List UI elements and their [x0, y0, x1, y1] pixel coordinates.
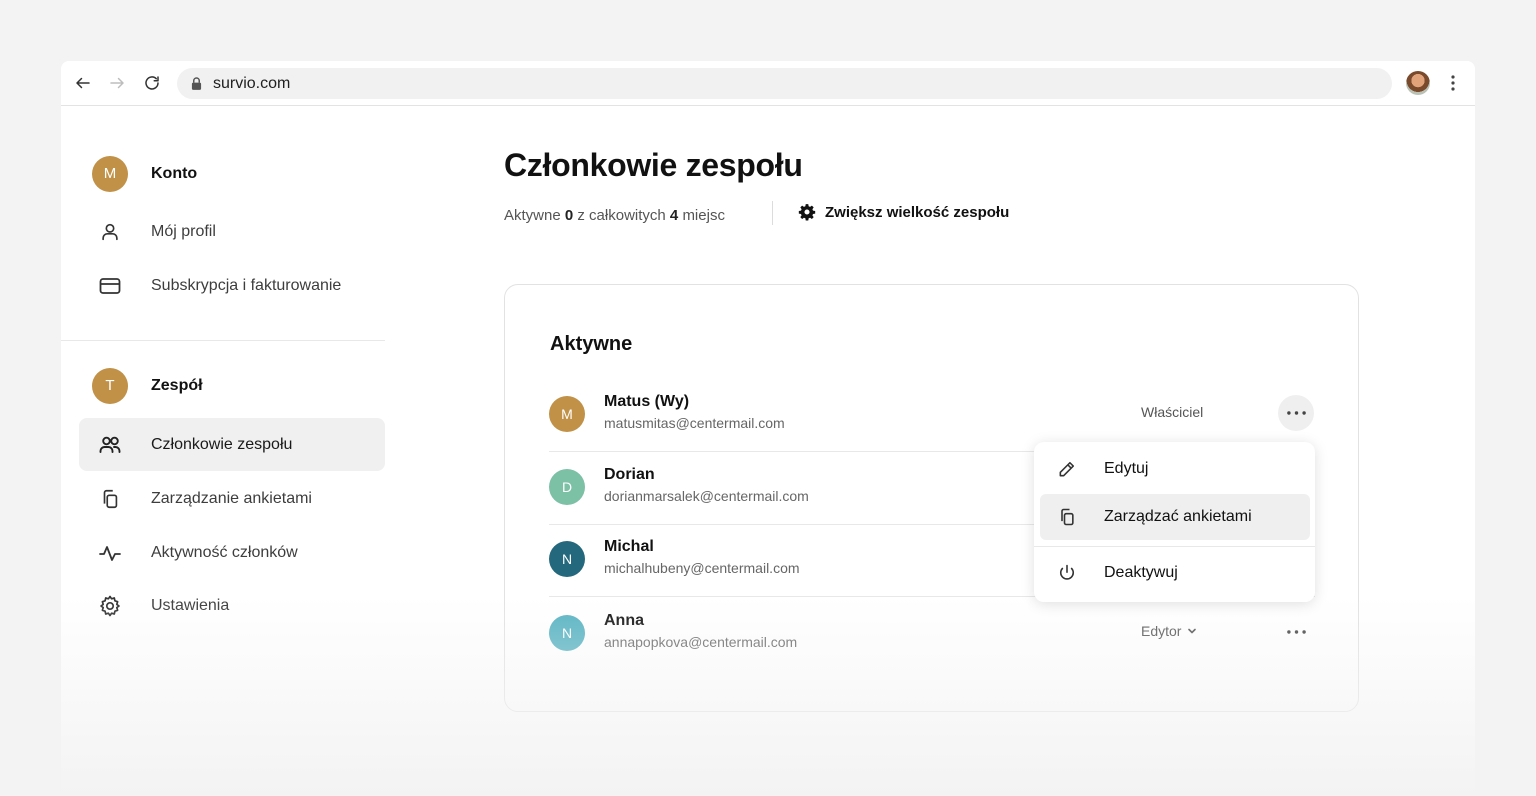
member-email: michalhubeny@centermail.com [604, 560, 800, 576]
seats-prefix: Aktywne [504, 206, 561, 224]
gear-icon [92, 588, 128, 624]
activity-icon [92, 535, 128, 571]
member-name: Anna [604, 612, 644, 629]
sidebar-team-header: T Zespół [79, 359, 385, 412]
avatar: N [549, 615, 585, 651]
credit-card-icon [92, 268, 128, 304]
gear-icon [798, 204, 816, 221]
reload-icon [145, 76, 159, 90]
menu-item-label: Zarządzać ankietami [1104, 508, 1252, 525]
sidebar-item-survey-management[interactable]: Zarządzanie ankietami [79, 472, 385, 525]
menu-item-manage-surveys[interactable]: Zarządzać ankietami [1040, 494, 1310, 540]
pencil-icon [1056, 458, 1078, 480]
member-email: dorianmarsalek@centermail.com [604, 488, 809, 504]
sidebar-item-label: Zarządzanie ankietami [151, 489, 312, 507]
kebab-menu-icon [1451, 75, 1455, 91]
card-title: Aktywne [550, 333, 633, 355]
power-icon [1056, 562, 1078, 584]
member-email: annapopkova@centermail.com [604, 634, 798, 650]
sidebar-item-label: Członkowie zespołu [151, 435, 293, 453]
back-button[interactable] [72, 72, 94, 94]
arrow-left-icon [76, 77, 90, 89]
menu-divider [1034, 546, 1315, 547]
member-row: N Anna annapopkova@centermail.com Edytor [549, 598, 1315, 671]
users-icon [92, 427, 128, 463]
menu-item-label: Deaktywuj [1104, 564, 1178, 581]
role-select[interactable]: Edytor [1141, 623, 1198, 639]
menu-item-edit[interactable]: Edytuj [1040, 446, 1310, 492]
chevron-down-icon [1188, 628, 1197, 634]
account-avatar: M [92, 155, 128, 192]
seats-suffix: miejsc [682, 206, 725, 224]
sidebar-account-header: M Konto [79, 147, 385, 200]
more-options-button[interactable] [1278, 395, 1314, 431]
avatar: M [549, 396, 585, 432]
seats-active-count: 0 [564, 206, 574, 224]
sidebar-item-label: Aktywność członków [151, 543, 298, 561]
team-avatar: T [92, 367, 128, 404]
copy-icon [92, 481, 128, 517]
member-name: Matus (Wy) [604, 393, 690, 410]
address-bar[interactable]: survio.com [177, 68, 1392, 99]
sidebar-item-subscription[interactable]: Subskrypcja i fakturowanie [79, 259, 385, 312]
sidebar-item-member-activity[interactable]: Aktywność członków [79, 526, 385, 579]
browser-menu-button[interactable] [1445, 73, 1461, 93]
increase-team-size-label: Zwiększ wielkość zespołu [825, 203, 1010, 221]
sidebar-account-title: Konto [151, 164, 198, 182]
sidebar-team-title: Zespół [151, 376, 203, 394]
sidebar-item-label: Subskrypcja i fakturowanie [151, 276, 342, 294]
member-email: matusmitas@centermail.com [604, 415, 785, 431]
sidebar-item-label: Ustawienia [151, 596, 230, 614]
menu-item-label: Edytuj [1104, 460, 1149, 477]
seats-summary: Aktywne 0 z całkowitych 4 miejsc [504, 204, 725, 226]
url-text: survio.com [213, 74, 291, 92]
more-options-button[interactable] [1278, 614, 1314, 650]
more-horizontal-icon [1286, 411, 1306, 415]
sidebar-item-label: Mój profil [151, 222, 216, 240]
user-icon [92, 214, 128, 250]
page-title: Członkowie zespołu [504, 147, 803, 183]
member-name: Dorian [604, 466, 655, 483]
sidebar-divider [61, 340, 385, 341]
member-options-menu: Edytuj Zarządzać ankietami Deaktywuj [1034, 442, 1315, 602]
forward-button[interactable] [106, 72, 128, 94]
seats-total-count: 4 [669, 206, 679, 224]
reload-button[interactable] [141, 72, 163, 94]
lock-icon [191, 77, 203, 91]
browser-window: survio.com M Konto Mój profil Subskrypcj… [61, 61, 1475, 796]
avatar: N [549, 541, 585, 577]
sidebar-item-settings[interactable]: Ustawienia [79, 579, 385, 632]
avatar: D [549, 469, 585, 505]
member-role: Właściciel [1141, 404, 1204, 420]
browser-profile-avatar[interactable] [1406, 71, 1430, 95]
sidebar-item-team-members[interactable]: Członkowie zespołu [79, 418, 385, 471]
role-select-value: Edytor [1141, 623, 1182, 639]
arrow-right-icon [110, 77, 124, 89]
increase-team-size-button[interactable]: Zwiększ wielkość zespołu [798, 203, 1009, 221]
sidebar: M Konto Mój profil Subskrypcja i fakturo… [61, 106, 391, 796]
browser-toolbar: survio.com [61, 61, 1475, 106]
member-name: Michal [604, 538, 654, 555]
copy-icon [1056, 506, 1078, 528]
sidebar-item-my-profile[interactable]: Mój profil [79, 205, 385, 258]
header-separator [772, 201, 773, 225]
seats-middle: z całkowitych [577, 206, 666, 224]
more-horizontal-icon [1286, 630, 1306, 634]
menu-item-deactivate[interactable]: Deaktywuj [1040, 550, 1310, 596]
